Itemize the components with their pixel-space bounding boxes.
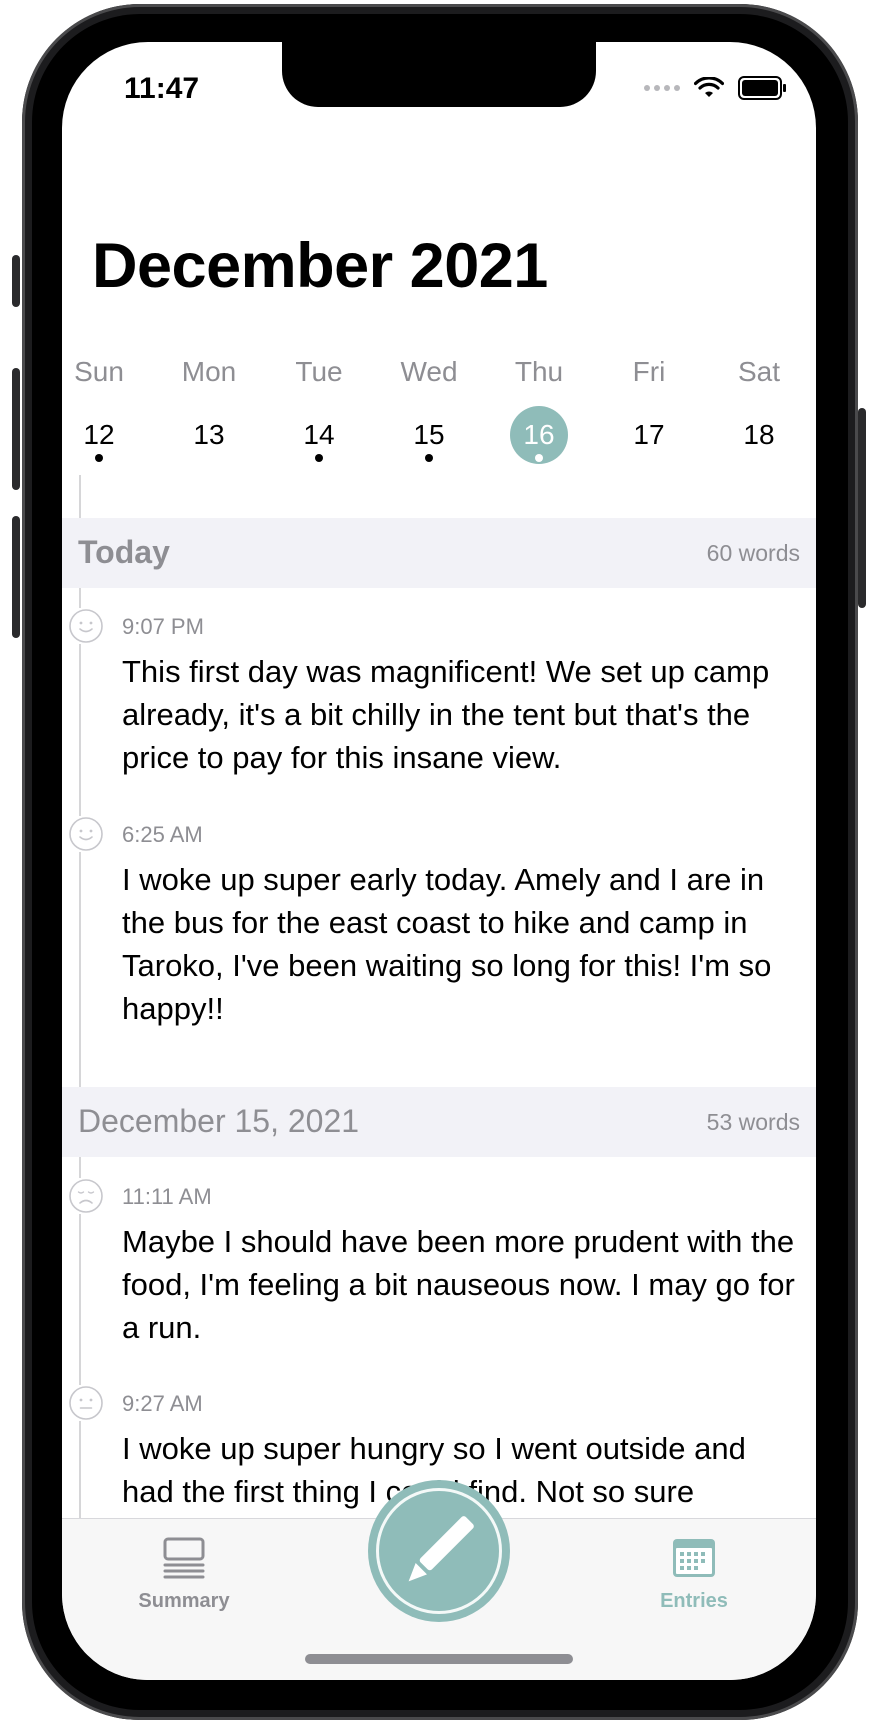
volume-down-button <box>12 516 20 638</box>
day-fri[interactable]: Fri 17 <box>594 352 704 464</box>
happy-face-icon <box>68 816 104 852</box>
summary-icon <box>163 1537 205 1579</box>
day-thu[interactable]: Thu 16 <box>484 352 594 464</box>
timeline-line <box>79 475 81 519</box>
section-title: Today <box>78 534 170 570</box>
day-wed[interactable]: Wed 15 <box>374 352 484 464</box>
entry-indicator-dot <box>535 454 543 462</box>
section-word-count: 53 words <box>706 1109 800 1135</box>
day-mon[interactable]: Mon 13 <box>154 352 264 464</box>
day-name: Sun <box>74 356 124 387</box>
day-sat[interactable]: Sat 18 <box>704 352 814 464</box>
status-icons <box>644 76 786 100</box>
day-number-selected: 16 <box>510 406 568 464</box>
week-strip: Sun 12 Mon 13 Tue 14 Wed 15 Thu 16 Fri 1… <box>62 352 816 482</box>
side-button <box>858 408 866 608</box>
calendar-icon <box>673 1539 715 1577</box>
tab-entries[interactable]: Entries <box>614 1537 774 1613</box>
tab-label: Summary <box>138 1590 230 1612</box>
entry-text: This first day was magnificent! We set u… <box>122 654 770 775</box>
neutral-face-icon <box>68 1385 104 1421</box>
entry-time: 11:11 AM <box>122 1184 212 1209</box>
section-title: December 15, 2021 <box>78 1103 360 1139</box>
day-name: Mon <box>181 356 237 387</box>
entry-item[interactable]: 11:11 AM Maybe I should have been more p… <box>62 1178 816 1345</box>
silent-switch <box>12 255 20 307</box>
day-number: 14 <box>290 406 348 464</box>
entry-indicator-dot <box>95 454 103 462</box>
sad-face-icon <box>68 1178 104 1214</box>
new-entry-button[interactable] <box>368 1480 510 1622</box>
day-number: 13 <box>193 419 225 450</box>
entry-indicator-dot <box>315 454 323 462</box>
volume-up-button <box>12 368 20 490</box>
entry-text: I woke up super early today. Amely and I… <box>122 862 772 1026</box>
tab-label: Entries <box>660 1590 728 1612</box>
notch <box>282 42 596 107</box>
day-sun[interactable]: Sun 12 <box>62 352 154 464</box>
entry-time: 9:07 PM <box>122 614 204 639</box>
section-header-today: Today 60 words <box>62 518 816 588</box>
entry-text: Maybe I should have been more prudent wi… <box>122 1224 795 1345</box>
page-title: December 2021 <box>92 231 548 301</box>
day-name: Wed <box>400 356 458 387</box>
happy-face-icon <box>68 608 104 644</box>
day-name: Thu <box>514 356 564 387</box>
pencil-icon <box>408 1516 474 1582</box>
entry-time: 9:27 AM <box>122 1391 203 1416</box>
day-name: Fri <box>632 356 666 387</box>
entry-indicator-dot <box>425 454 433 462</box>
day-name: Tue <box>295 356 343 387</box>
cellular-signal-icon <box>644 85 680 91</box>
screen: 11:47 December 2021 Sun 12 Mon 13 Tue 14… <box>62 42 816 1680</box>
day-number: 18 <box>743 419 775 450</box>
day-number: 17 <box>633 419 665 450</box>
day-tue[interactable]: Tue 14 <box>264 352 374 464</box>
entry-time: 6:25 AM <box>122 822 203 847</box>
status-time: 11:47 <box>124 72 200 105</box>
wifi-icon <box>694 77 724 97</box>
section-header-dec-15: December 15, 2021 53 words <box>62 1087 816 1157</box>
entry-item[interactable]: 6:25 AM I woke up super early today. Ame… <box>62 816 816 1026</box>
battery-icon <box>738 76 786 100</box>
tab-summary[interactable]: Summary <box>104 1537 264 1613</box>
home-indicator[interactable] <box>305 1654 573 1664</box>
day-name: Sat <box>737 356 781 387</box>
day-number: 15 <box>400 406 458 464</box>
entry-item[interactable]: 9:07 PM This first day was magnificent! … <box>62 608 816 775</box>
day-number: 12 <box>70 406 128 464</box>
section-word-count: 60 words <box>706 540 800 566</box>
